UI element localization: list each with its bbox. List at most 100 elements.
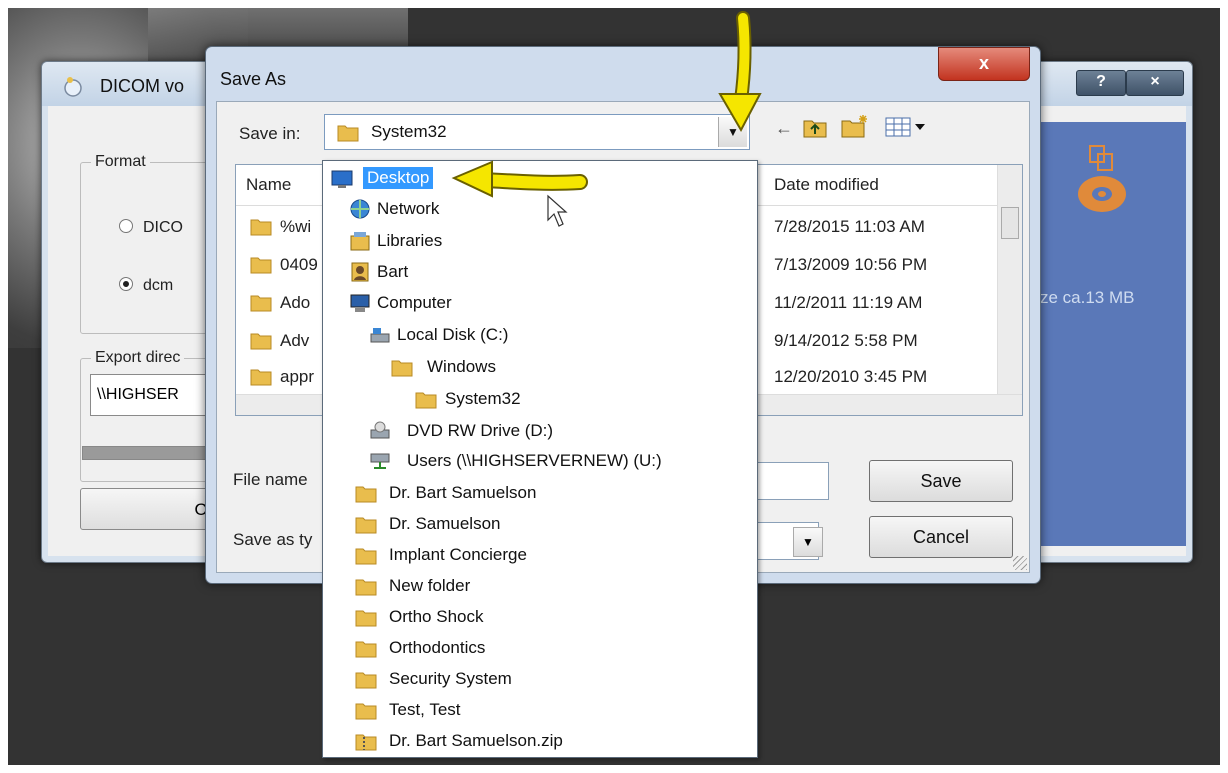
dropdown-item-label: Users (\\HIGHSERVERNEW) (U:)	[407, 451, 662, 470]
dicom-close-button[interactable]: ×	[1126, 70, 1184, 96]
file-name: Adv	[280, 331, 310, 350]
dropdown-item-label: Dr. Bart Samuelson	[389, 483, 537, 502]
dropdown-item-folder[interactable]: Implant Concierge	[323, 541, 757, 571]
save-in-label: Save in:	[239, 124, 301, 143]
disc-export-icon	[1078, 145, 1126, 212]
dropdown-item-desktop[interactable]: Desktop	[323, 165, 757, 195]
file-name: appr	[280, 367, 315, 386]
dropdown-item-network[interactable]: Network	[323, 195, 757, 225]
dropdown-item-network-drive[interactable]: Users (\\HIGHSERVERNEW) (U:)	[323, 447, 757, 477]
dropdown-item-libraries[interactable]: Libraries	[323, 227, 757, 257]
dropdown-item-folder[interactable]: Dr. Bart Samuelson	[323, 479, 757, 509]
file-name: 0409	[280, 255, 318, 274]
dropdown-item-label: New folder	[389, 576, 471, 595]
dropdown-item-computer[interactable]: Computer	[323, 289, 757, 319]
dropdown-item-dvd-drive[interactable]: DVD RW Drive (D:)	[323, 417, 757, 447]
file-name: Ado	[280, 293, 311, 312]
dropdown-item-label: Dr. Bart Samuelson.zip	[389, 731, 563, 750]
dropdown-item-label: Local Disk (C:)	[397, 325, 509, 344]
folder-icon	[337, 125, 359, 142]
dropdown-item-label: Orthodontics	[389, 638, 486, 657]
dropdown-item-label: Implant Concierge	[389, 545, 527, 564]
resize-grip-icon[interactable]	[1013, 556, 1027, 570]
save-as-type-dropdown-arrow[interactable]: ▼	[793, 527, 823, 557]
save-in-combobox[interactable]: System32 ▼	[324, 114, 750, 150]
dropdown-item-label: DVD RW Drive (D:)	[407, 421, 554, 440]
radio-dicomdir-label: DICO	[143, 219, 183, 236]
cancel-button[interactable]: Cancel	[869, 516, 1013, 558]
dropdown-item-label: Computer	[377, 293, 452, 312]
format-legend: Format	[91, 153, 150, 171]
back-arrow-icon[interactable]: ←	[775, 118, 793, 139]
export-legend: Export direc	[91, 349, 185, 367]
size-note: ze ca.13 MB	[1040, 288, 1135, 307]
dropdown-item-label: Test, Test	[389, 700, 461, 719]
dropdown-item-local-disk[interactable]: Local Disk (C:)	[323, 321, 757, 351]
dropdown-item-folder[interactable]: Ortho Shock	[323, 603, 757, 633]
save-in-value: System32	[371, 122, 447, 141]
dropdown-item-label: Dr. Samuelson	[389, 514, 501, 533]
folder-icon	[250, 257, 272, 274]
user-icon	[351, 262, 369, 282]
folder-icon	[355, 486, 377, 503]
radio-dicomdir[interactable]: DICO	[119, 219, 183, 237]
up-folder-icon[interactable]	[803, 116, 827, 138]
dropdown-item-label: Desktop	[363, 167, 434, 189]
preview-panel: ze ca.13 MB	[1038, 122, 1186, 546]
computer-icon	[350, 294, 370, 312]
file-date: 7/28/2015 11:03 AM	[774, 217, 925, 236]
radio-circle[interactable]	[119, 219, 133, 233]
file-date: 12/20/2010 3:45 PM	[774, 367, 928, 386]
screen-frame: DICOM vo ? × Format DICO dcm Export dire…	[8, 8, 1220, 765]
dropdown-item-user[interactable]: Bart	[323, 258, 757, 288]
folder-icon	[355, 610, 377, 627]
folder-icon	[355, 672, 377, 689]
dropdown-item-zip[interactable]: Dr. Bart Samuelson.zip	[323, 727, 757, 757]
dropdown-item-folder[interactable]: Security System	[323, 665, 757, 695]
dropdown-item-label: Bart	[377, 262, 409, 281]
help-button[interactable]: ?	[1076, 70, 1126, 96]
save-in-dropdown-arrow[interactable]: ▼	[718, 117, 747, 147]
save-button[interactable]: Save	[869, 460, 1013, 502]
dropdown-item-label: Network	[377, 199, 440, 218]
save-as-close-button[interactable]: x	[938, 47, 1030, 81]
dropdown-item-label: System32	[445, 389, 521, 408]
dropdown-item-folder[interactable]: Dr. Samuelson	[323, 510, 757, 540]
save-as-title: Save As	[220, 69, 287, 89]
file-name-label: File name	[233, 470, 308, 489]
folder-icon	[355, 703, 377, 720]
folder-icon	[355, 641, 377, 658]
vertical-scrollbar[interactable]	[997, 165, 1022, 395]
zip-folder-icon	[355, 734, 377, 751]
column-name[interactable]: Name	[246, 175, 291, 195]
dicom-title: DICOM vo	[100, 76, 185, 96]
scroll-thumb[interactable]	[1001, 207, 1019, 239]
disk-icon	[370, 328, 390, 343]
file-date: 11/2/2011 11:19 AM	[774, 293, 923, 312]
radio-dcm[interactable]: dcm	[119, 277, 173, 295]
dropdown-item-folder[interactable]: Test, Test	[323, 696, 757, 726]
desktop-icon	[331, 170, 353, 188]
dropdown-item-system32[interactable]: System32	[323, 385, 757, 415]
dvd-icon	[370, 421, 390, 439]
radio-circle-selected[interactable]	[119, 277, 133, 291]
folder-icon	[355, 579, 377, 596]
file-name-input[interactable]	[757, 462, 829, 500]
network-icon	[350, 199, 370, 219]
dropdown-item-label: Ortho Shock	[389, 607, 484, 626]
new-folder-icon[interactable]	[841, 114, 869, 138]
view-menu-icon[interactable]	[885, 116, 929, 138]
dropdown-item-label: Libraries	[377, 231, 443, 250]
dropdown-item-windows[interactable]: Windows	[323, 353, 757, 383]
folder-icon	[250, 295, 272, 312]
folder-icon	[250, 219, 272, 236]
file-date: 9/14/2012 5:58 PM	[774, 331, 918, 350]
dicom-app-icon	[64, 77, 82, 97]
network-drive-icon	[370, 453, 390, 469]
dropdown-item-folder[interactable]: New folder	[323, 572, 757, 602]
column-date-modified[interactable]: Date modified	[774, 175, 879, 195]
folder-icon	[391, 360, 413, 377]
save-as-type-label: Save as ty	[233, 530, 313, 549]
dropdown-item-folder[interactable]: Orthodontics	[323, 634, 757, 664]
save-in-dropdown-list[interactable]: Desktop Network Libraries Bart Computer …	[322, 160, 758, 758]
